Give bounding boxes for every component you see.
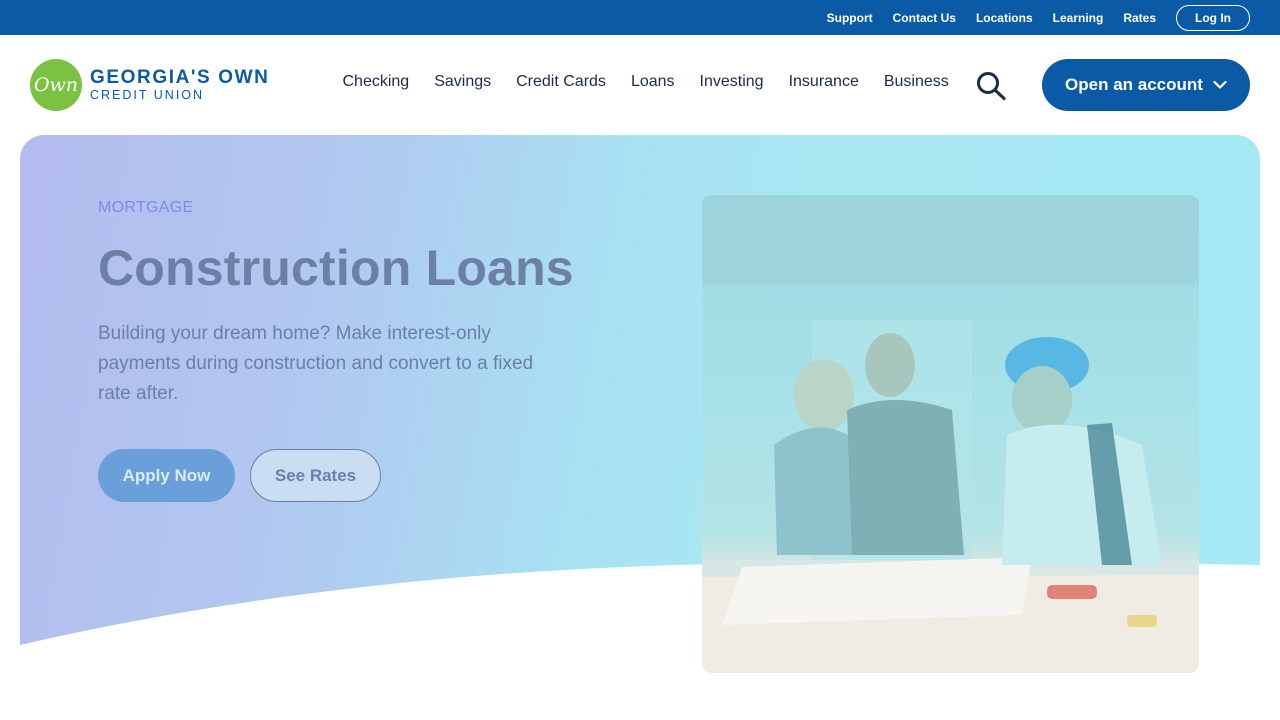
utility-link-support[interactable]: Support	[827, 11, 873, 25]
logo[interactable]: Own GEORGIA'S OWN CREDIT UNION	[30, 59, 269, 111]
hero-eyebrow: MORTGAGE	[98, 199, 194, 216]
utility-link-rates[interactable]: Rates	[1123, 11, 1156, 25]
nav-item-credit-cards[interactable]: Credit Cards	[504, 73, 619, 91]
utility-link-locations[interactable]: Locations	[976, 11, 1033, 25]
nav-item-loans[interactable]: Loans	[618, 73, 687, 91]
utility-link-learning[interactable]: Learning	[1053, 11, 1104, 25]
logo-text: GEORGIA'S OWN CREDIT UNION	[90, 66, 270, 103]
login-button[interactable]: Log In	[1176, 4, 1250, 31]
site-header: Own GEORGIA'S OWN CREDIT UNION Checking …	[0, 35, 1280, 135]
apply-now-button[interactable]: Apply Now	[98, 449, 235, 502]
open-account-label: Open an account	[1065, 75, 1203, 94]
construction-planning-photo	[702, 195, 1199, 673]
open-account-button[interactable]: Open an account	[1042, 59, 1250, 111]
search-icon[interactable]	[976, 71, 1008, 101]
nav-item-investing[interactable]: Investing	[687, 73, 776, 91]
nav-item-checking[interactable]: Checking	[330, 73, 422, 91]
utility-nav: Support Contact Us Locations Learning Ra…	[827, 11, 1156, 25]
main-nav: Checking Savings Credit Cards Loans Inve…	[330, 73, 961, 91]
chevron-down-icon	[1213, 75, 1227, 95]
logo-name: GEORGIA'S OWN	[90, 66, 270, 88]
see-rates-button[interactable]: See Rates	[250, 449, 381, 502]
logo-tagline: CREDIT UNION	[90, 87, 205, 102]
nav-item-insurance[interactable]: Insurance	[776, 73, 871, 91]
utility-bar: Support Contact Us Locations Learning Ra…	[0, 0, 1280, 35]
utility-link-contact-us[interactable]: Contact Us	[893, 11, 956, 25]
page-title: Construction Loans	[98, 240, 574, 296]
logo-mark: Own	[30, 59, 82, 111]
nav-item-business[interactable]: Business	[871, 73, 961, 91]
hero-subtitle: Building your dream home? Make interest-…	[98, 323, 534, 404]
nav-item-savings[interactable]: Savings	[422, 73, 504, 91]
